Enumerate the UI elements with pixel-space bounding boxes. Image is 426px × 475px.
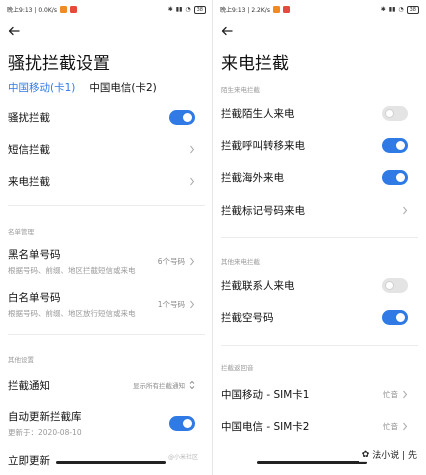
empty-number-row[interactable]: 拦截空号码	[221, 310, 408, 325]
overseas-toggle[interactable]	[382, 170, 408, 185]
signal-icon: ▮▮	[175, 6, 183, 13]
stranger-label: 拦截陌生人来电	[221, 108, 295, 120]
section-stranger: 陌生来电拦截	[221, 86, 260, 94]
divider	[8, 334, 205, 335]
chevron-right-icon	[403, 390, 408, 398]
stranger-toggle[interactable]	[382, 106, 408, 121]
sim2-tone-value: 忙音	[383, 421, 398, 431]
blacklist-desc: 根据号码、前缀、地区拦截短信或来电	[8, 265, 136, 275]
harass-intercept-row[interactable]: 骚扰拦截	[8, 109, 195, 125]
marked-row[interactable]: 拦截标记号码来电	[221, 203, 408, 217]
status-icons: ✱ ▮▮ ◔ 38	[167, 5, 206, 14]
contacts-row[interactable]: 拦截联系人来电	[221, 278, 408, 293]
update-now-label: 立即更新	[8, 454, 50, 467]
divider	[221, 237, 418, 238]
chevron-right-icon	[190, 177, 195, 185]
sim-tabs: 中国移动(卡1) 中国电信(卡2)	[8, 80, 157, 95]
marked-label: 拦截标记号码来电	[221, 204, 305, 217]
harass-settings-screen: 晚上9:13 | 0.0K/s ✱ ▮▮ ◔ 38 骚扰拦截设置 中国移动(卡1…	[0, 0, 213, 475]
notification-icon	[282, 6, 290, 13]
whitelist-label: 白名单号码	[8, 291, 61, 304]
wifi-icon: ◔	[398, 6, 404, 13]
select-arrows-icon	[189, 380, 195, 390]
auto-update-date: 更新于：2020-08-10	[8, 427, 82, 437]
chevron-right-icon	[190, 300, 195, 308]
status-time: 晚上9:13 | 0.0K/s	[7, 7, 57, 14]
status-bar: 晚上9:13 | 2.2K/s ✱ ▮▮ ◔ 38	[213, 0, 426, 16]
status-time: 晚上9:13 | 2.2K/s	[220, 7, 270, 14]
gesture-bar	[56, 461, 166, 464]
section-list-management: 名单管理	[8, 228, 34, 236]
sim1-tone-label: 中国移动 - SIM卡1	[221, 388, 310, 401]
empty-number-toggle[interactable]	[382, 310, 408, 325]
forward-toggle[interactable]	[382, 138, 408, 153]
wechat-icon: ✿	[361, 449, 370, 460]
notification-icon	[272, 6, 280, 13]
sms-intercept-label: 短信拦截	[8, 143, 50, 156]
call-intercept-label: 来电拦截	[8, 175, 50, 188]
sim1-tone-row[interactable]: 中国移动 - SIM卡1 忙音	[221, 387, 408, 401]
forward-row[interactable]: 拦截呼叫转移来电	[221, 138, 408, 153]
watermark-badge: ✿ 法小说 | 先	[358, 447, 420, 462]
battery-icon: 38	[193, 5, 206, 14]
wifi-icon: ◔	[185, 6, 191, 13]
tab-sim1[interactable]: 中国移动(卡1)	[8, 80, 75, 95]
auto-update-row[interactable]: 自动更新拦截库 更新于：2020-08-10	[8, 410, 195, 437]
chevron-right-icon	[403, 422, 408, 430]
status-icons: ✱ ▮▮ ◔ 38	[380, 5, 419, 14]
sim2-tone-label: 中国电信 - SIM卡2	[221, 420, 310, 433]
battery-icon: 38	[406, 5, 419, 14]
tab-sim2[interactable]: 中国电信(卡2)	[89, 80, 156, 95]
update-now-row[interactable]: 立即更新	[8, 453, 195, 467]
contacts-label: 拦截联系人来电	[221, 280, 295, 292]
auto-update-label: 自动更新拦截库	[8, 410, 82, 423]
intercept-notify-value: 显示所有拦截通知	[133, 382, 185, 390]
chevron-right-icon	[190, 257, 195, 265]
empty-number-label: 拦截空号码	[221, 312, 274, 324]
notification-icon	[69, 6, 77, 13]
divider	[221, 345, 418, 346]
page-title: 骚扰拦截设置	[8, 54, 110, 74]
overseas-row[interactable]: 拦截海外来电	[221, 170, 408, 185]
blacklist-count: 6个号码	[157, 256, 185, 266]
auto-update-toggle[interactable]	[169, 415, 195, 431]
intercept-notify-row[interactable]: 拦截通知 显示所有拦截通知	[8, 378, 195, 392]
harass-intercept-toggle[interactable]	[169, 109, 195, 125]
watermark: @小米社区	[168, 454, 199, 461]
chevron-right-icon	[403, 206, 408, 214]
whitelist-desc: 根据号码、前缀、地区放行短信或来电	[8, 308, 136, 318]
call-intercept-screen: 晚上9:13 | 2.2K/s ✱ ▮▮ ◔ 38 来电拦截 陌生来电拦截 拦截…	[213, 0, 426, 475]
harass-intercept-label: 骚扰拦截	[8, 111, 50, 124]
blacklist-row[interactable]: 黑名单号码 根据号码、前缀、地区拦截短信或来电 6个号码	[8, 248, 195, 275]
back-arrow-icon[interactable]	[8, 26, 20, 36]
call-intercept-row[interactable]: 来电拦截	[8, 174, 195, 188]
chevron-right-icon	[190, 145, 195, 153]
intercept-notify-label: 拦截通知	[8, 379, 50, 392]
section-other-intercept: 其他来电拦截	[221, 258, 260, 266]
blacklist-label: 黑名单号码	[8, 248, 61, 261]
whitelist-row[interactable]: 白名单号码 根据号码、前缀、地区放行短信或来电 1个号码	[8, 291, 195, 318]
page-title: 来电拦截	[221, 54, 289, 74]
back-arrow-icon[interactable]	[221, 26, 233, 36]
overseas-label: 拦截海外来电	[221, 172, 284, 184]
bluetooth-icon: ✱	[167, 6, 173, 13]
sim1-tone-value: 忙音	[383, 389, 398, 399]
section-return-tone: 拦截返回音	[221, 364, 254, 372]
whitelist-count: 1个号码	[157, 299, 185, 309]
stranger-row[interactable]: 拦截陌生人来电	[221, 106, 408, 121]
sms-intercept-row[interactable]: 短信拦截	[8, 142, 195, 156]
divider	[8, 205, 205, 206]
notification-icon	[59, 6, 67, 13]
bluetooth-icon: ✱	[380, 6, 386, 13]
gesture-bar	[257, 461, 367, 464]
forward-label: 拦截呼叫转移来电	[221, 140, 305, 152]
section-other-settings: 其他设置	[8, 356, 34, 364]
watermark-text: 法小说 | 先	[372, 451, 417, 461]
sim2-tone-row[interactable]: 中国电信 - SIM卡2 忙音	[221, 419, 408, 433]
contacts-toggle[interactable]	[382, 278, 408, 293]
status-bar: 晚上9:13 | 0.0K/s ✱ ▮▮ ◔ 38	[0, 0, 213, 16]
signal-icon: ▮▮	[388, 6, 396, 13]
